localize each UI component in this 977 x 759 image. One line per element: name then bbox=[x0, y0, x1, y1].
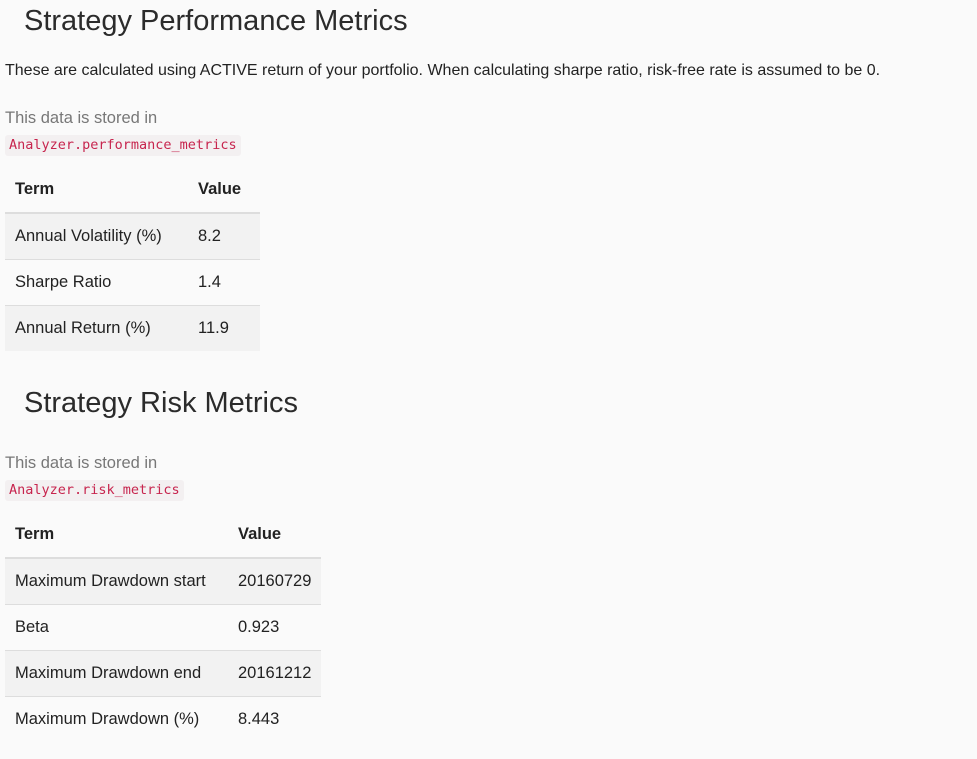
table-row: Annual Return (%) 11.9 bbox=[5, 305, 260, 351]
value-cell: 20161212 bbox=[228, 650, 322, 697]
performance-storage-note: This data is stored in bbox=[5, 109, 158, 127]
column-header-value: Value bbox=[228, 511, 322, 559]
table-row: Beta 0.923 bbox=[5, 604, 322, 651]
performance-section-title: Strategy Performance Metrics bbox=[24, 5, 408, 37]
risk-storage-note: This data is stored in bbox=[5, 454, 158, 472]
table-row: Annual Volatility (%) 8.2 bbox=[5, 212, 260, 260]
table-row: Maximum Drawdown end 20161212 bbox=[5, 650, 322, 697]
term-cell: Sharpe Ratio bbox=[5, 259, 188, 306]
performance-storage-code: Analyzer.performance_metrics bbox=[5, 135, 241, 156]
value-cell: 8.443 bbox=[228, 696, 322, 742]
value-cell: 1.4 bbox=[188, 259, 260, 306]
risk-section-title: Strategy Risk Metrics bbox=[24, 387, 298, 419]
column-header-term: Term bbox=[5, 166, 188, 214]
value-cell: 8.2 bbox=[188, 212, 260, 260]
term-cell: Annual Volatility (%) bbox=[5, 212, 188, 260]
value-cell: 11.9 bbox=[188, 305, 260, 351]
performance-intro-text: These are calculated using ACTIVE return… bbox=[5, 62, 881, 79]
column-header-term: Term bbox=[5, 511, 228, 559]
table-row: Maximum Drawdown (%) 8.443 bbox=[5, 696, 322, 742]
value-cell: 0.923 bbox=[228, 604, 322, 651]
value-cell: 20160729 bbox=[228, 557, 322, 605]
table-row: Maximum Drawdown start 20160729 bbox=[5, 557, 322, 605]
table-header-row: Term Value bbox=[5, 166, 260, 214]
term-cell: Maximum Drawdown start bbox=[5, 557, 228, 605]
term-cell: Maximum Drawdown (%) bbox=[5, 696, 228, 742]
term-cell: Beta bbox=[5, 604, 228, 651]
performance-metrics-table: Term Value Annual Volatility (%) 8.2 Sha… bbox=[5, 166, 260, 351]
term-cell: Maximum Drawdown end bbox=[5, 650, 228, 697]
column-header-value: Value bbox=[188, 166, 260, 214]
term-cell: Annual Return (%) bbox=[5, 305, 188, 351]
table-header-row: Term Value bbox=[5, 511, 322, 559]
risk-storage-code: Analyzer.risk_metrics bbox=[5, 480, 184, 501]
table-row: Sharpe Ratio 1.4 bbox=[5, 259, 260, 306]
risk-metrics-table: Term Value Maximum Drawdown start 201607… bbox=[5, 511, 322, 742]
